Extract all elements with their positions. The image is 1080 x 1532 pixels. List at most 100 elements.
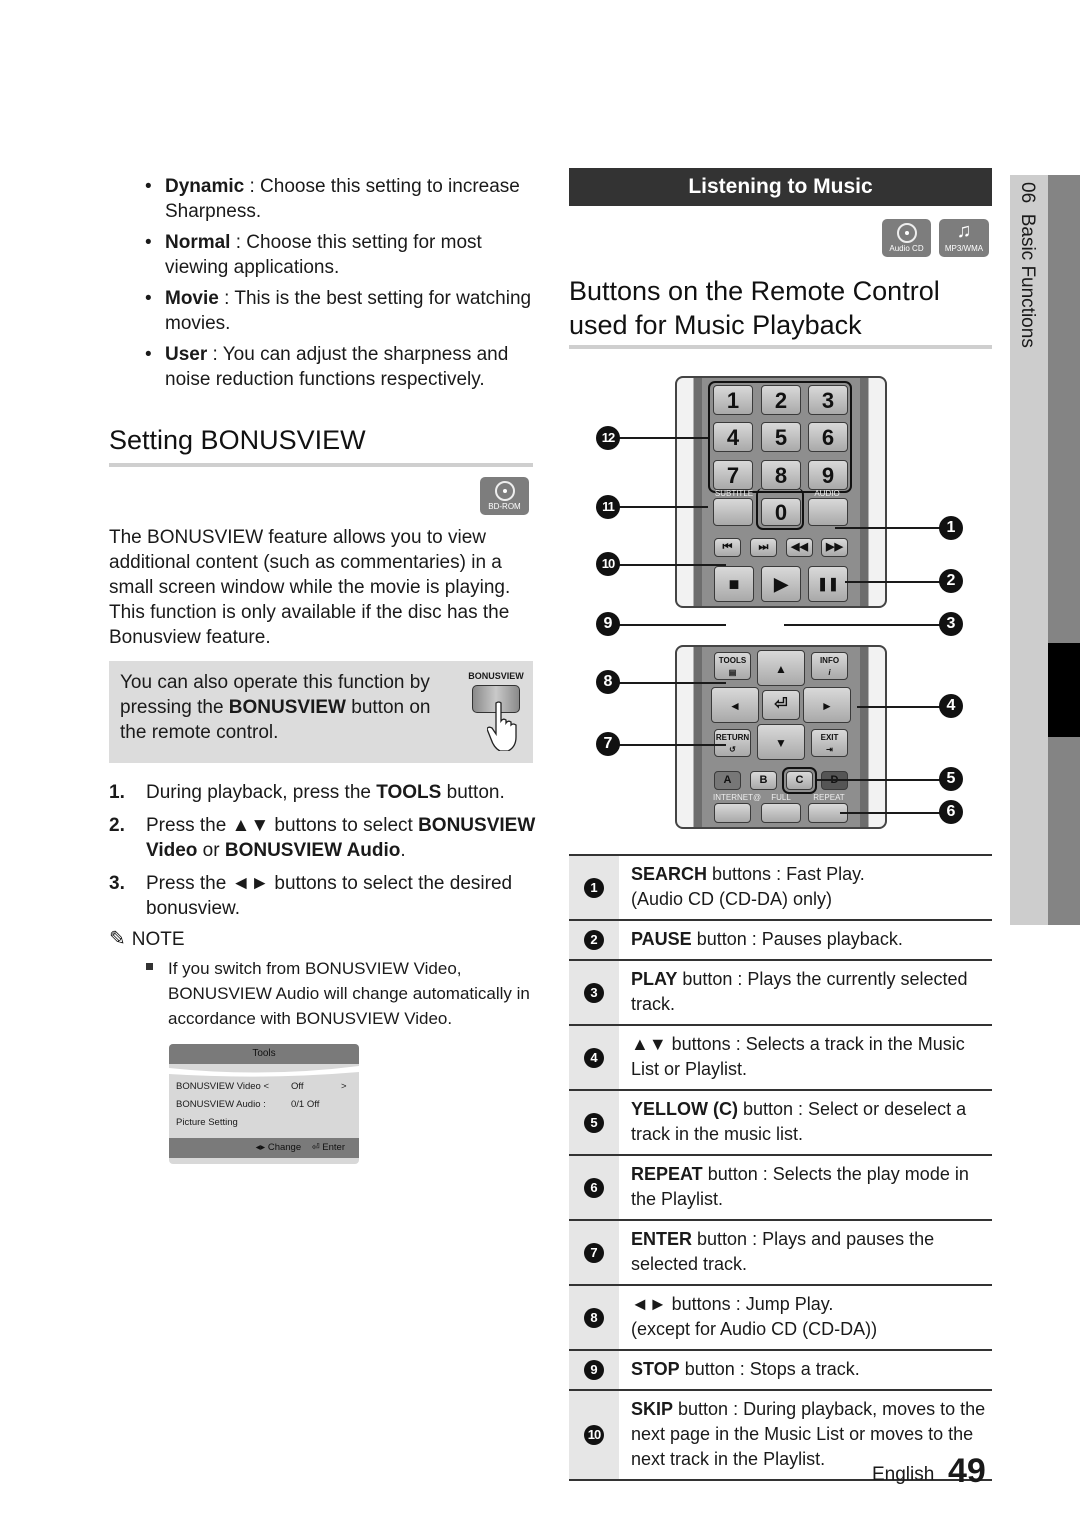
skip-back-button[interactable]: ⏮ <box>714 538 741 557</box>
stop-button[interactable]: ■ <box>714 566 754 602</box>
search-forward-button[interactable]: ▶▶ <box>821 538 848 557</box>
callout-12: 12 <box>596 426 620 450</box>
table-row: 8 ◄► buttons : Jump Play. (except for Audi… <box>569 1286 992 1351</box>
full-screen-button[interactable] <box>761 803 801 823</box>
title-rule <box>569 345 992 349</box>
return-button[interactable]: RETURN ↺ <box>714 729 751 757</box>
leader-line <box>857 706 940 708</box>
tools-button[interactable]: TOOLS ▤ <box>714 652 751 680</box>
table-row: 9 STOP button : Stops a track. <box>569 1351 992 1391</box>
bonusview-button-label: BONUSVIEW <box>468 671 524 681</box>
number-keys-highlight <box>708 381 852 493</box>
callout-1: 1 <box>939 516 963 540</box>
step-item: 2. Press the ▲▼ buttons to select BONUSVI… <box>109 815 536 861</box>
tip-text: You can also operate this function by pr… <box>120 672 431 743</box>
leader-line <box>606 437 708 439</box>
note-bullet-icon <box>146 963 153 970</box>
row-description: STOP button : Stops a track. <box>631 1359 860 1379</box>
enter-button[interactable]: ⏎ <box>762 690 800 720</box>
sharpness-option: • User : You can adjust the sharpness and… <box>145 344 509 390</box>
bd-rom-badge: BD-ROM <box>480 477 529 515</box>
internet-button[interactable] <box>714 803 751 823</box>
row-description: SEARCH buttons : Fast Play. (Audio CD (CD… <box>631 864 865 909</box>
pencil-icon: ✎ <box>109 928 126 950</box>
subtitle-button[interactable] <box>713 498 753 526</box>
callout-5: 5 <box>584 1112 604 1133</box>
table-row: 4 ▲▼ buttons : Selects a track in the Mus… <box>569 1026 992 1091</box>
table-row: 1 SEARCH buttons : Fast Play. (Audio CD (C… <box>569 856 992 921</box>
callout-7: 7 <box>596 732 620 756</box>
leader-line <box>817 779 940 781</box>
title-rule <box>109 463 533 467</box>
audio-cd-label: Audio CD <box>889 244 924 253</box>
callout-5: 5 <box>939 767 963 791</box>
music-note-icon: ♫ <box>956 220 972 242</box>
osd-row: Picture Setting <box>176 1117 238 1128</box>
exit-button[interactable]: EXIT ⇥ <box>811 729 848 757</box>
remote-key-0[interactable]: 0 <box>761 498 801 526</box>
row-number-cell: 6 <box>569 1156 619 1219</box>
skip-forward-button[interactable]: ⏭ <box>750 538 777 557</box>
play-button[interactable]: ▶ <box>761 566 801 602</box>
table-row: 3 PLAY button : Plays the currently selec… <box>569 961 992 1026</box>
callout-2: 2 <box>584 930 604 950</box>
color-button-a[interactable]: A <box>714 771 741 790</box>
row-number-cell: 10 <box>569 1391 619 1479</box>
right-button[interactable]: ► <box>803 687 851 723</box>
osd-change-hint: ◂▸ Change <box>255 1142 302 1153</box>
chapter-tab-marker <box>1048 643 1080 737</box>
color-button-b[interactable]: B <box>750 771 777 790</box>
audio-label: AUDIO <box>814 489 840 498</box>
disc-icon <box>896 223 917 243</box>
callout-6: 6 <box>939 800 963 824</box>
left-button[interactable]: ◄ <box>711 687 759 723</box>
row-description: ENTER button : Plays and pauses the sele… <box>631 1229 935 1274</box>
callout-10: 10 <box>596 552 620 576</box>
callout-3: 3 <box>584 982 604 1003</box>
callout-3: 3 <box>939 612 963 636</box>
bullet-icon: • <box>145 344 152 365</box>
sharpness-options-list: • Dynamic : Choose this setting to increa… <box>145 174 540 398</box>
pause-button[interactable]: ❚❚ <box>808 566 848 602</box>
row-description: PLAY button : Plays the currently select… <box>631 969 968 1014</box>
tools-osd-screenshot: Tools BONUSVIEW Video < Off > BONUSVIEW Aud… <box>169 1044 359 1164</box>
row-number-cell: 9 <box>569 1351 619 1389</box>
callout-7: 7 <box>584 1242 604 1263</box>
leader-line <box>606 564 726 566</box>
osd-row: BONUSVIEW Audio :0/1 Off <box>176 1099 320 1110</box>
info-button[interactable]: INFO i <box>811 652 848 680</box>
leader-line <box>606 682 726 684</box>
bd-rom-label: BD-ROM <box>488 502 521 511</box>
row-description: SKIP button : During playback, moves to … <box>631 1399 986 1469</box>
row-number-cell: 4 <box>569 1026 619 1089</box>
up-button[interactable]: ▲ <box>757 650 805 686</box>
sharpness-option: • Movie : This is the best setting for wa… <box>145 288 532 334</box>
callout-4: 4 <box>584 1047 604 1068</box>
osd-enter-hint: ⏎ Enter <box>311 1142 345 1153</box>
sharpness-option: • Dynamic : Choose this setting to increa… <box>145 176 520 222</box>
row-number-cell: 5 <box>569 1091 619 1154</box>
callout-11: 11 <box>596 495 620 519</box>
audio-button[interactable] <box>808 498 848 526</box>
leader-line <box>606 744 726 746</box>
leader-line <box>784 624 940 626</box>
row-number-cell: 1 <box>569 856 619 919</box>
search-back-button[interactable]: ◀◀ <box>786 538 813 557</box>
note-text: If you switch from BONUSVIEW Video, BONU… <box>168 959 530 1028</box>
down-button[interactable]: ▼ <box>757 724 805 760</box>
row-description: ◄► buttons : Jump Play. (except for Audio… <box>631 1294 878 1339</box>
mp3-wma-badge: ♫ MP3/WMA <box>939 219 989 257</box>
leader-line <box>835 527 940 529</box>
callout-8: 8 <box>596 670 620 694</box>
step-item: 1. During playback, press the TOOLS butto… <box>109 782 505 803</box>
section-title-remote-buttons: Buttons on the Remote Control used for M… <box>569 276 940 340</box>
callout-2: 2 <box>939 569 963 593</box>
table-row: 6 REPEAT button : Selects the play mode i… <box>569 1156 992 1221</box>
row-number-cell: 7 <box>569 1221 619 1284</box>
note-heading: ✎ NOTE <box>109 928 185 950</box>
pointing-hand-icon <box>487 701 517 751</box>
section-banner: Listening to Music <box>569 168 992 206</box>
sharpness-option: • Normal : Choose this setting for most v… <box>145 232 482 278</box>
button-description-table: 1 SEARCH buttons : Fast Play. (Audio CD (C… <box>569 856 992 1481</box>
leader-line <box>606 624 726 626</box>
